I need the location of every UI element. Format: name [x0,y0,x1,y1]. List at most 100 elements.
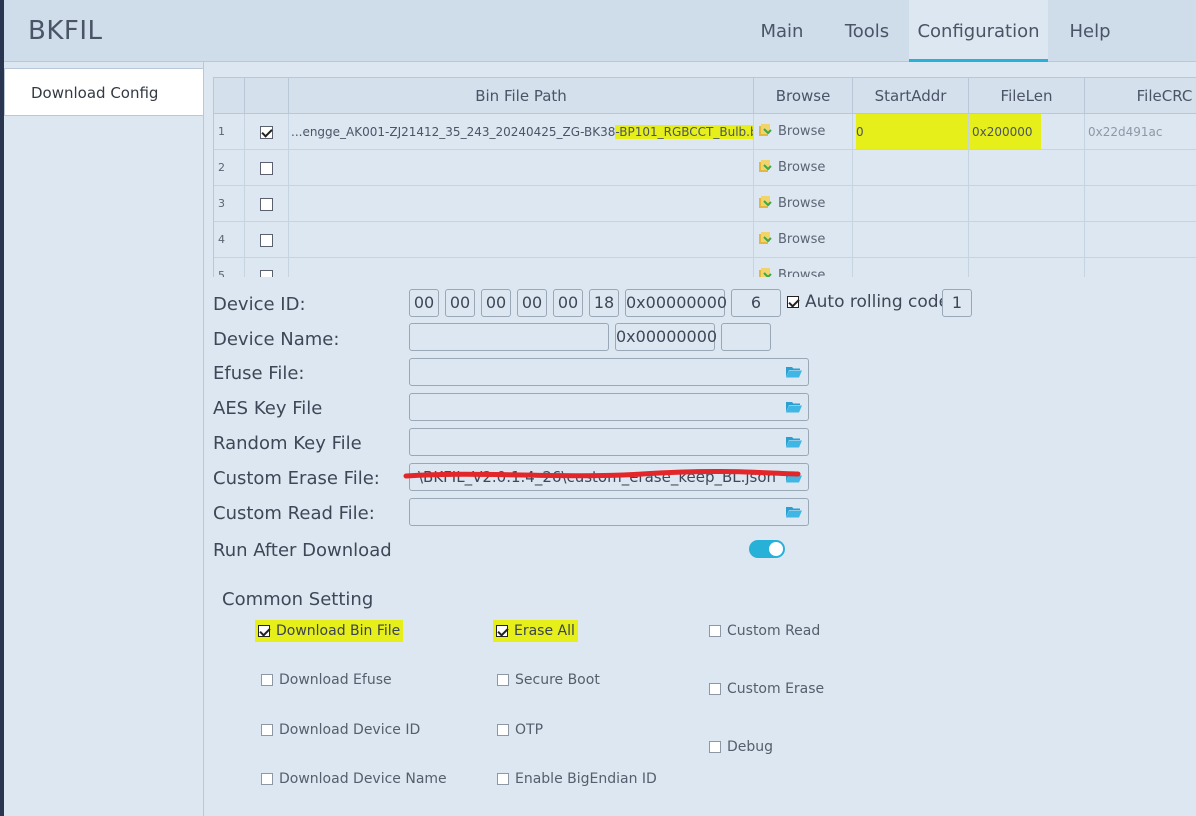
device-id-byte-2[interactable]: 00 [445,289,475,317]
option-download-device-id[interactable]: Download Device ID [261,719,420,741]
efuse-file-input[interactable] [409,358,809,386]
browse-button[interactable]: Browse [754,186,853,222]
table-row[interactable]: 5 Browse [214,258,1196,277]
random-key-file-label: Random Key File [213,433,362,454]
bin-file-path-cell[interactable] [289,222,754,258]
browse-folder-icon [759,160,772,172]
option-checkbox [497,773,509,785]
sidebar-item-download-config[interactable]: Download Config [4,68,204,116]
browse-label: Browse [778,268,826,277]
option-debug[interactable]: Debug [709,736,773,758]
folder-open-icon[interactable] [786,435,802,448]
table-row[interactable]: 3 Browse [214,186,1196,222]
device-id-byte-4[interactable]: 00 [517,289,547,317]
browse-button[interactable]: Browse [754,258,853,277]
browse-button[interactable]: Browse [754,114,853,150]
device-name-hex[interactable]: 0x00000000 [615,323,717,351]
menu-tools[interactable]: Tools [830,0,904,62]
row-enable-checkbox[interactable] [260,126,273,139]
header-filecrc: FileCRC [1085,78,1196,114]
browse-label: Browse [778,124,826,139]
option-checkbox [258,625,270,637]
filecrc-cell [1085,258,1196,277]
startaddr-cell[interactable] [853,186,969,222]
bin-file-table: Bin File Path Browse StartAddr FileLen F… [213,77,1196,277]
startaddr-value: 0 [856,114,968,149]
bin-file-path-cell[interactable] [289,150,754,186]
startaddr-cell[interactable] [853,222,969,258]
option-download-efuse[interactable]: Download Efuse [261,669,392,691]
bin-file-path-cell[interactable]: ...engge_AK001-ZJ21412_35_243_20240425_Z… [289,114,754,150]
option-enable-bigendian-id[interactable]: Enable BigEndian ID [497,768,657,790]
auto-rolling-code-checkbox[interactable]: Auto rolling code [787,291,949,313]
menu-configuration[interactable]: Configuration [909,0,1048,62]
browse-label: Browse [778,232,826,247]
device-id-byte-5[interactable]: 00 [553,289,583,317]
run-after-download-toggle[interactable] [749,540,785,558]
option-checkbox [709,683,721,695]
common-setting-title: Common Setting [222,589,374,610]
option-otp[interactable]: OTP [497,719,543,741]
device-id-byte-3[interactable]: 00 [481,289,511,317]
header-check [245,78,289,114]
folder-open-icon[interactable] [786,400,802,413]
option-label: OTP [515,722,544,738]
option-checkbox [496,625,508,637]
option-label: Custom Erase [727,681,825,697]
sidebar: Download Config [4,62,204,816]
table-row[interactable]: 1 ...engge_AK001-ZJ21412_35_243_20240425_… [214,114,1196,150]
option-erase-all[interactable]: Erase All [493,620,578,642]
row-enable-checkbox[interactable] [260,234,273,247]
device-name-input[interactable] [409,323,609,351]
menu-main[interactable]: Main [746,0,818,62]
option-download-device-name[interactable]: Download Device Name [261,768,447,790]
option-secure-boot[interactable]: Secure Boot [497,669,600,691]
device-id-step[interactable]: 6 [731,289,781,317]
option-checkbox [709,625,721,637]
rolling-code-value[interactable]: 1 [942,289,972,317]
table-row[interactable]: 2 Browse [214,150,1196,186]
option-download-bin-file[interactable]: Download Bin File [255,620,404,642]
browse-button[interactable]: Browse [754,150,853,186]
filelen-cell[interactable] [969,186,1085,222]
auto-rolling-check-icon [787,296,799,308]
menu-help[interactable]: Help [1056,0,1124,62]
browse-folder-icon [759,268,772,277]
startaddr-cell[interactable] [853,150,969,186]
table-row[interactable]: 4 Browse [214,222,1196,258]
folder-open-icon[interactable] [786,365,802,378]
option-label: Secure Boot [515,672,600,688]
option-custom-erase[interactable]: Custom Erase [709,678,824,700]
row-enable-cell [245,150,289,186]
startaddr-cell[interactable]: 0 [853,114,969,150]
row-enable-checkbox[interactable] [260,270,273,277]
option-checkbox [261,773,273,785]
bin-file-path-cell[interactable] [289,258,754,277]
device-id-hex[interactable]: 0x00000000 [625,289,727,317]
device-id-byte-1[interactable]: 00 [409,289,439,317]
filelen-cell[interactable] [969,258,1085,277]
device-name-extra[interactable] [721,323,771,351]
filecrc-cell [1085,150,1196,186]
filelen-cell[interactable] [969,222,1085,258]
table-header: Bin File Path Browse StartAddr FileLen F… [214,78,1196,114]
random-key-file-input[interactable] [409,428,809,456]
device-id-byte-6[interactable]: 18 [589,289,619,317]
custom-read-file-input[interactable] [409,498,809,526]
bin-file-path-cell[interactable] [289,186,754,222]
filelen-cell[interactable] [969,150,1085,186]
folder-open-icon[interactable] [786,505,802,518]
filelen-cell[interactable]: 0x200000 [969,114,1085,150]
row-number: 2 [214,150,245,186]
option-label: Download Bin File [276,623,401,639]
row-enable-checkbox[interactable] [260,198,273,211]
row-enable-checkbox[interactable] [260,162,273,175]
aes-key-file-input[interactable] [409,393,809,421]
bin-file-path-prefix: ...engge_AK001-ZJ21412_35_243_20240425_Z… [291,125,616,139]
row-enable-cell [245,114,289,150]
app-window: BKFIL Main Tools Configuration Help Down… [4,0,1196,816]
startaddr-cell[interactable] [853,258,969,277]
row-number: 5 [214,258,245,277]
browse-button[interactable]: Browse [754,222,853,258]
option-custom-read[interactable]: Custom Read [709,620,820,642]
